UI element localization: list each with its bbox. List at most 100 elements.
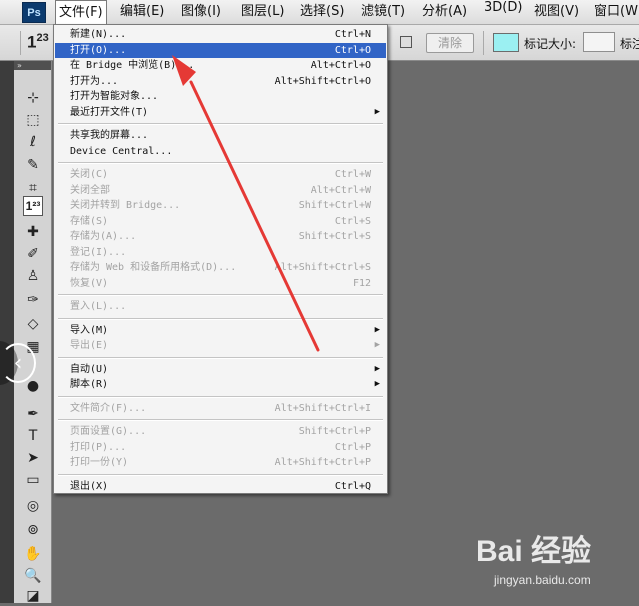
- menu-view[interactable]: 视图(V): [531, 0, 582, 24]
- clone-stamp-icon[interactable]: ♙: [23, 266, 43, 286]
- 3d-rotate-icon[interactable]: ◎: [23, 496, 43, 516]
- hand-icon[interactable]: ✋: [23, 544, 43, 564]
- menu-item-shortcut: Shift+Ctrl+W: [298, 200, 371, 211]
- file-menu-item[interactable]: 退出(X) Ctrl+Q: [55, 479, 386, 494]
- type-icon[interactable]: T: [23, 426, 43, 446]
- marker-size-label: 标记大小:: [524, 37, 577, 51]
- menu-item-label: 关闭全部: [70, 184, 110, 196]
- submenu-arrow-icon: ▶: [374, 379, 380, 389]
- submenu-arrow-icon: ▶: [374, 324, 380, 335]
- menu-separator: [58, 419, 383, 421]
- menu-item-label: 导出(E): [70, 340, 109, 351]
- file-menu-item[interactable]: 共享我的屏幕...: [55, 128, 386, 143]
- lock-icon[interactable]: [400, 36, 412, 48]
- menu-item-label: 打开为智能对象...: [70, 91, 159, 102]
- submenu-arrow-icon: ▶: [374, 363, 380, 374]
- menu-item-shortcut: Alt+Shift+Ctrl+O: [274, 75, 371, 87]
- menu-file[interactable]: 文件(F): [55, 0, 107, 24]
- lasso-icon[interactable]: ℓ: [23, 132, 43, 152]
- file-menu-item[interactable]: 新建(N)... Ctrl+N: [55, 27, 386, 42]
- menu-item-label: 存储为 Web 和设备所用格式(D)...: [70, 262, 237, 273]
- menu-select[interactable]: 选择(S): [297, 0, 347, 24]
- chevron-left-icon[interactable]: ‹: [0, 343, 36, 383]
- file-menu-item: 关闭并转到 Bridge... Shift+Ctrl+W: [55, 198, 386, 213]
- file-menu-item[interactable]: 自动(U) ▶: [55, 362, 386, 377]
- file-menu-item[interactable]: 导入(M) ▶: [55, 323, 386, 338]
- menu-image[interactable]: 图像(I): [178, 0, 224, 24]
- file-menu-item: 登记(I)...: [55, 245, 386, 260]
- menu-filter[interactable]: 滤镜(T): [358, 0, 408, 24]
- menu-item-label: 文件简介(F)...: [70, 402, 147, 414]
- brush-icon[interactable]: ✐: [23, 244, 43, 264]
- file-menu-item[interactable]: 在 Bridge 中浏览(B)... Alt+Ctrl+O: [55, 58, 386, 73]
- marker-color-swatch[interactable]: [493, 33, 519, 52]
- menu-item-shortcut: Ctrl+N: [334, 29, 371, 40]
- clear-button[interactable]: 清除: [426, 33, 474, 53]
- shape-icon[interactable]: ▭: [23, 470, 43, 490]
- options-divider: [483, 31, 484, 55]
- path-select-icon[interactable]: ➤: [23, 448, 43, 468]
- color-swatches-icon[interactable]: ◪: [23, 586, 43, 606]
- count-tool-icon[interactable]: 1²³: [23, 196, 43, 216]
- menu-item-label: 脚本(R): [70, 379, 109, 390]
- menu-separator: [58, 162, 383, 164]
- menu-item-label: 导入(M): [70, 324, 109, 336]
- menu-edit[interactable]: 编辑(E): [117, 0, 167, 24]
- photoshop-logo: Ps: [22, 2, 46, 23]
- menu-window[interactable]: 窗口(W): [591, 0, 639, 24]
- menu-item-label: 自动(U): [70, 363, 109, 375]
- submenu-arrow-icon: ▶: [374, 340, 380, 350]
- file-menu-item[interactable]: 打开为... Alt+Shift+Ctrl+O: [55, 74, 386, 89]
- file-menu-item[interactable]: 打开(O)... Ctrl+O: [55, 42, 386, 58]
- menu-item-shortcut: Shift+Ctrl+P: [298, 426, 371, 437]
- file-menu-dropdown: 新建(N)... Ctrl+N 打开(O)... Ctrl+O 在 Bridge 中浏览…: [53, 24, 388, 494]
- menu-item-shortcut: Ctrl+S: [334, 215, 371, 227]
- menu-item-label: 恢复(V): [70, 277, 109, 289]
- move-icon[interactable]: ⊹: [23, 88, 43, 108]
- menu-separator: [58, 123, 383, 125]
- menu-item-label: 打印一份(Y): [70, 457, 129, 468]
- quick-select-icon[interactable]: ✎: [23, 155, 43, 175]
- file-menu-item: 恢复(V) F12: [55, 276, 386, 291]
- label-size-label: 标注: [620, 37, 639, 51]
- menu-3d[interactable]: 3D(D): [481, 0, 525, 24]
- menu-item-shortcut: Shift+Ctrl+S: [298, 231, 371, 242]
- menu-item-label: 登记(I)...: [70, 246, 127, 258]
- menu-separator: [58, 294, 383, 296]
- healing-brush-icon[interactable]: ✚: [23, 222, 43, 242]
- file-menu-item[interactable]: 最近打开文件(T) ▶: [55, 105, 386, 120]
- menu-separator: [58, 356, 383, 359]
- menu-layer[interactable]: 图层(L): [238, 0, 287, 24]
- file-menu-item: 存储为 Web 和设备所用格式(D)... Alt+Shift+Ctrl+S: [55, 260, 386, 275]
- file-menu-item: 关闭全部 Alt+Ctrl+W: [55, 183, 386, 198]
- history-brush-icon[interactable]: ✑: [23, 290, 43, 310]
- 3d-orbit-icon[interactable]: ⊚: [23, 520, 43, 540]
- file-menu-item[interactable]: Device Central...: [55, 144, 386, 159]
- marker-size-input[interactable]: [583, 32, 615, 52]
- menu-item-label: 打开(O)...: [70, 44, 127, 56]
- file-menu-item[interactable]: 打开为智能对象...: [55, 89, 386, 104]
- menu-analysis[interactable]: 分析(A): [419, 0, 470, 24]
- menu-item-label: 页面设置(G)...: [70, 426, 147, 437]
- menu-item-label: 退出(X): [70, 480, 109, 492]
- menu-separator: [58, 395, 383, 398]
- file-menu-item: 打印(P)... Ctrl+P: [55, 440, 386, 455]
- menu-item-shortcut: Ctrl+Q: [334, 480, 371, 492]
- crop-icon[interactable]: ⌗: [23, 178, 43, 198]
- menu-item-shortcut: Alt+Ctrl+O: [310, 60, 371, 71]
- file-menu-item: 导出(E) ▶: [55, 338, 386, 353]
- menu-item-shortcut: Ctrl+P: [334, 441, 371, 453]
- eraser-icon[interactable]: ◇: [23, 314, 43, 334]
- menu-separator: [58, 317, 383, 320]
- menu-item-label: 存储为(A)...: [70, 231, 137, 242]
- marquee-icon[interactable]: ⬚: [23, 110, 43, 130]
- menu-item-shortcut: F12: [352, 277, 371, 289]
- pen-icon[interactable]: ✒: [23, 404, 43, 424]
- menu-bar: Ps 文件(F) 编辑(E) 图像(I) 图层(L) 选择(S) 滤镜(T) 分…: [0, 0, 639, 25]
- zoom-icon[interactable]: 🔍: [23, 566, 43, 586]
- submenu-arrow-icon: ▶: [374, 106, 380, 117]
- file-menu-item[interactable]: 脚本(R) ▶: [55, 377, 386, 392]
- tool-preset-picker[interactable]: 123: [27, 32, 49, 53]
- tools-panel-collapse[interactable]: »: [14, 61, 51, 70]
- menu-item-label: 最近打开文件(T): [70, 106, 149, 118]
